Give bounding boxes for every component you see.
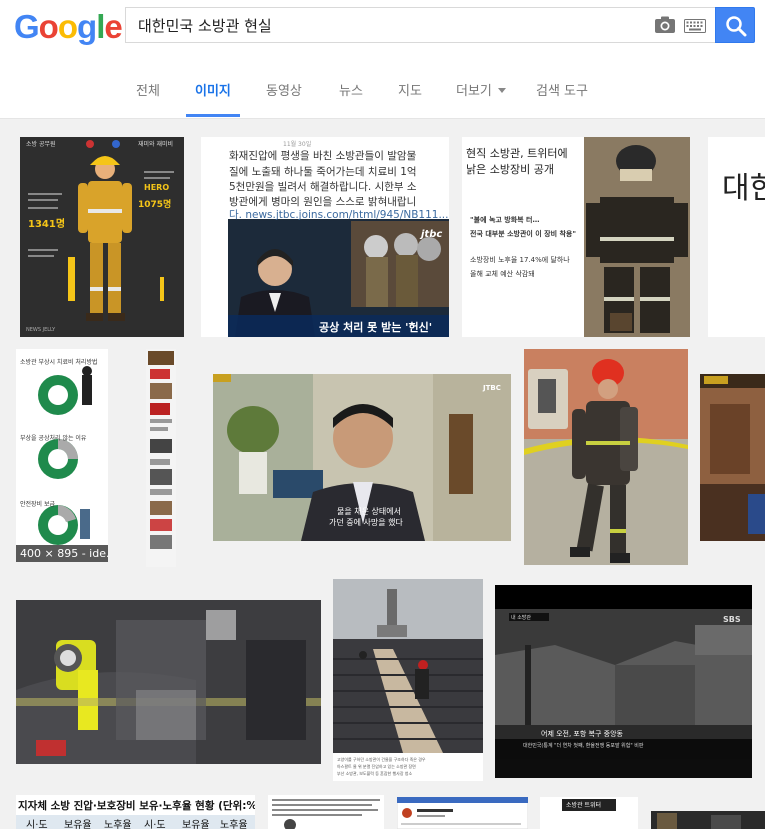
logo-letter: l (96, 8, 105, 45)
firefighter-closeup-image (16, 600, 321, 764)
tweet-date: 11월 30일 (283, 141, 312, 148)
logo-letter: g (77, 8, 97, 45)
sbs-news-image (495, 585, 752, 778)
news-caption: 공상 처리 못 받는 '헌신' (319, 321, 433, 334)
chairs-caption-3: 부산 소방관, 보도블럭 등 혼잡한 행사장 청소 (337, 771, 413, 776)
treatment-infographic-image (16, 349, 108, 562)
gear-body-line-3: 소방장비 노후율 17.4%에 달하나 (470, 256, 570, 264)
image-result-sbs-news[interactable]: SBS 내 소방관 어제 오전, 포항 복구 중앙동 대한민국(통계 "더 연차… (495, 585, 752, 778)
equipment-table-title: 지자체 소방 진압·보호장비 보유·노후율 현황 (단위:%) (18, 800, 255, 812)
jtbc-logo: jtbc (421, 229, 443, 240)
image-result-twitter-card[interactable]: 소방관 트위터 (540, 797, 638, 829)
table-col: 노후율 (104, 820, 132, 829)
treatment-bottom: 안전장비 보급 (20, 501, 56, 508)
table-col: 보유율 (182, 820, 210, 829)
interview-subtitle-line-2: 가던 중에 사망을 했다 (329, 518, 403, 527)
stadium-chairs-image (333, 579, 483, 781)
infographic-title: 소방 공무원 (26, 141, 56, 148)
active-tab-indicator (186, 114, 240, 117)
image-result-stadium-chairs[interactable]: 고양이를 구하던 소방관이 건물을 구조하다 죽은 경우 아스팔트 물 위 분열… (333, 579, 483, 781)
tab-news[interactable]: 뉴스 (339, 80, 363, 99)
logo-letter: o (38, 8, 59, 45)
tab-maps[interactable]: 지도 (398, 80, 422, 99)
top-bar: Google (0, 0, 765, 56)
table-col: 노후율 (220, 820, 248, 829)
image-result-text-article[interactable] (268, 795, 384, 829)
logo-letter: e (104, 8, 122, 45)
chevron-down-icon (497, 88, 506, 93)
search-icon (726, 16, 747, 37)
image-result-treatment-infographic[interactable]: 소방관 부상시 치료비 처리방법 부상을 공상처리 않는 이유 안전장비 보급 (16, 349, 108, 562)
treatment-title: 소방관 부상시 치료비 처리방법 (20, 359, 98, 366)
image-results-grid: 소방 공무원 재미와 재미비 HERO 1341명 1075명 NEWS JEL… (0, 119, 765, 829)
image-result-partial-office[interactable] (700, 374, 765, 541)
google-logo[interactable]: Google (14, 8, 123, 46)
infographic-title-right: 재미와 재미비 (138, 141, 174, 148)
gear-body-line-1: "불에 녹고 방화복 터… (470, 216, 540, 224)
search-input[interactable] (138, 8, 638, 42)
tweet-line-3: 5천만원을 빌려서 해결하랍니다. 시한부 소 (229, 181, 417, 193)
image-result-equipment-table[interactable]: 지자체 소방 진압·보호장비 보유·노후율 현황 (단위:%) 시·도 보유율 … (16, 795, 255, 829)
search-button[interactable] (715, 7, 755, 43)
gear-body-line-4: 올해 교체 예산 삭감돼 (470, 270, 535, 278)
chairs-caption-1: 고양이를 구하던 소방관이 건물을 구조하다 죽은 경우 (337, 757, 426, 762)
table-col: 시·도 (26, 820, 48, 829)
tab-images[interactable]: 이미지 (195, 80, 231, 99)
interview-subtitle-line-1: 물을 채운 상태에서 (337, 507, 401, 516)
keyboard-icon[interactable] (684, 18, 706, 33)
gear-body-line-2: 전국 대부분 소방관이 이 장비 착용" (470, 230, 576, 238)
partial-text: 대한 (722, 171, 765, 206)
search-box (125, 7, 715, 43)
image-result-long-strip[interactable] (146, 349, 176, 567)
tweet-screen-image (397, 797, 528, 829)
partial-dark-image (651, 811, 765, 829)
table-col: 보유율 (64, 820, 92, 829)
tweet-line-5: 다. news.jtbc.joins.com/html/945/NB111... (229, 209, 449, 221)
logo-letter: o (57, 8, 78, 45)
firefighter-infographic-image (20, 137, 184, 337)
logo-letter: G (14, 8, 40, 45)
gear-title-line-1: 현직 소방관, 트위터에 (466, 147, 568, 160)
tab-more[interactable]: 더보기 (456, 80, 506, 99)
tweet-line-1: 화재진압에 평생을 바친 소방관들이 발암물 (229, 150, 417, 162)
image-result-firefighter-standing[interactable] (524, 349, 688, 565)
image-result-jtbc-news[interactable]: 11월 30일 화재진압에 평생을 바친 소방관들이 발암물 질에 노출돼 하나… (201, 137, 449, 337)
tweet-line-2: 질에 노출돼 하나둘 죽어가는데 치료비 1억 (229, 166, 417, 178)
sbs-badge: 내 소방관 (511, 615, 531, 621)
tab-videos[interactable]: 동영상 (266, 80, 302, 99)
camera-icon[interactable] (654, 16, 676, 34)
image-result-tweet-screen[interactable] (397, 797, 528, 829)
twitter-card-text: 소방관 트위터 (566, 802, 602, 809)
image-result-old-gear[interactable]: 현직 소방관, 트위터에 낡은 소방장비 공개 "불에 녹고 방화복 터… 전국… (462, 137, 690, 337)
gear-title-line-2: 낡은 소방장비 공개 (466, 163, 554, 176)
image-result-partial-dark[interactable] (651, 811, 765, 829)
infographic-hero: HERO (144, 183, 170, 192)
infographic-number-left: 1341명 (28, 219, 66, 230)
image-result-jtbc-interview[interactable]: JTBC 물을 채운 상태에서 가던 중에 사망을 했다 (213, 374, 511, 541)
sbs-caption-sub: 대한민국(통계 "더 연차 첫째, 환율전쟁 동포발 위험" 비판 (523, 743, 644, 749)
tab-more-label: 더보기 (456, 84, 492, 99)
infographic-signature: NEWS JELLY (26, 327, 56, 333)
tab-search-tools[interactable]: 검색 도구 (536, 80, 588, 99)
search-tabs: 전체 이미지 동영상 뉴스 지도 더보기 검색 도구 (0, 56, 765, 119)
text-article-image (268, 795, 384, 829)
tab-all[interactable]: 전체 (136, 80, 160, 99)
image-result-infographic[interactable]: 소방 공무원 재미와 재미비 HERO 1341명 1075명 NEWS JEL… (20, 137, 184, 337)
partial-office-image (700, 374, 765, 541)
treatment-mid: 부상을 공상처리 않는 이유 (20, 435, 87, 442)
sbs-logo: SBS (723, 615, 741, 624)
long-strip-image (146, 349, 176, 567)
jtbc-interview-logo: JTBC (483, 384, 501, 392)
table-col: 시·도 (144, 820, 166, 829)
chairs-caption-2: 아스팔트 물 위 분열 진압하고 있는 소방관 장면 (337, 764, 416, 769)
infographic-number-right: 1075명 (138, 200, 172, 210)
image-result-partial-text[interactable]: 대한 (708, 137, 765, 337)
image-result-firefighter-closeup[interactable] (16, 600, 321, 764)
firefighter-standing-image (524, 349, 688, 565)
sbs-caption-main: 어제 오전, 포항 복구 중앙동 (541, 730, 623, 738)
image-dimensions-label: 400 × 895 - ide... (16, 545, 108, 562)
equipment-table-header: 시·도 보유율 노후율 시·도 보유율 노후율 (16, 815, 255, 829)
